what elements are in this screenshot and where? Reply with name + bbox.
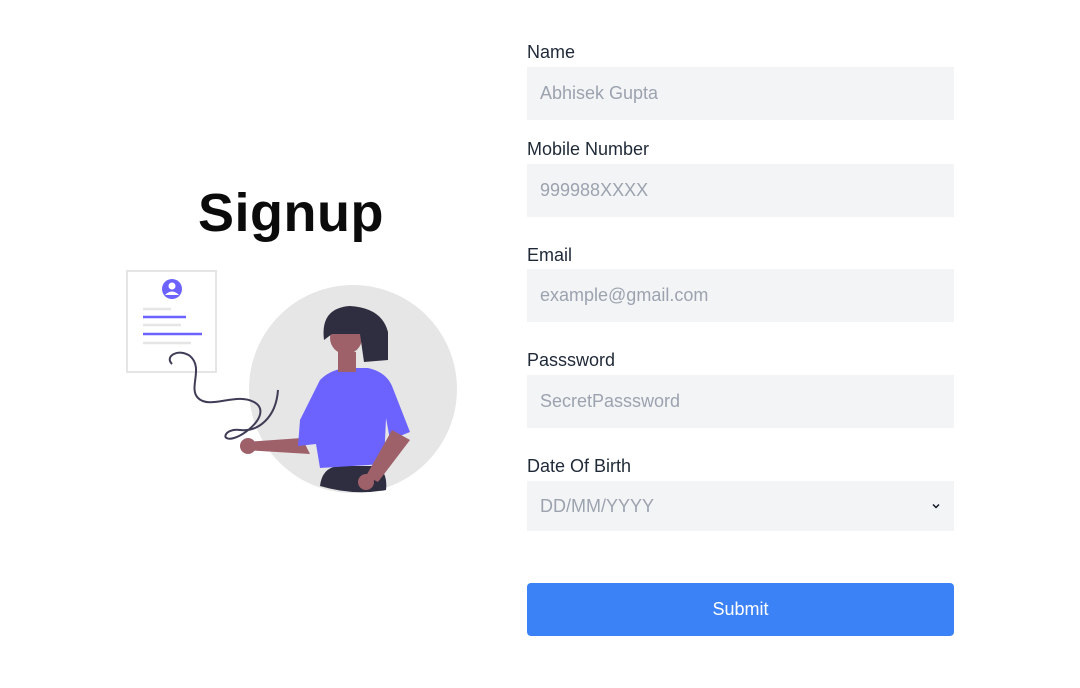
chevron-down-icon xyxy=(932,503,940,509)
signup-illustration xyxy=(126,270,457,493)
signup-form: Name Mobile Number Email Passsword Date … xyxy=(527,0,954,688)
dob-select-value: DD/MM/YYYY xyxy=(540,495,655,516)
name-label: Name xyxy=(527,42,576,62)
email-input[interactable] xyxy=(527,269,954,322)
password-input[interactable] xyxy=(527,375,954,428)
page-title: Signup xyxy=(198,183,384,243)
name-input[interactable] xyxy=(527,67,954,120)
mobile-label: Mobile Number xyxy=(527,139,650,159)
submit-button[interactable]: Submit xyxy=(527,583,954,636)
dob-label: Date Of Birth xyxy=(527,456,632,476)
signup-hero: Signup xyxy=(110,170,470,510)
signup-page: Signup Name Abhisek Gupta Mobile Number … xyxy=(0,0,1080,688)
dob-select[interactable]: DD/MM/YYYY xyxy=(527,481,954,531)
mobile-input[interactable] xyxy=(527,164,954,217)
password-label: Passsword xyxy=(527,350,616,370)
email-label: Email xyxy=(527,245,573,265)
